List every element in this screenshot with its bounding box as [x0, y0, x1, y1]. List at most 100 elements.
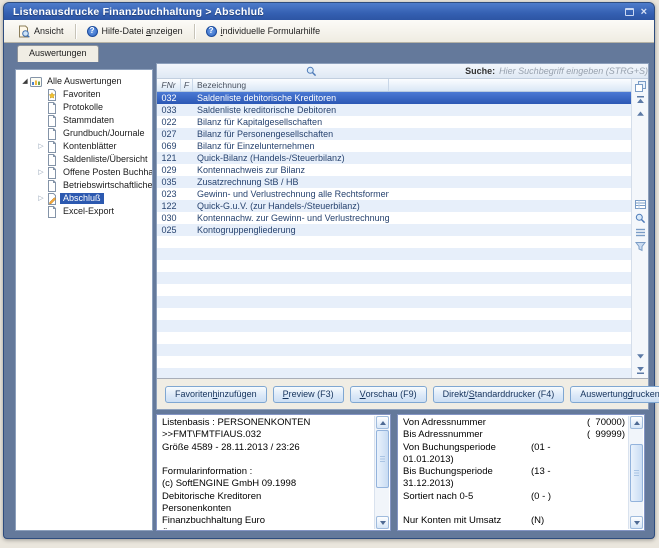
scroll-down-icon[interactable]	[634, 349, 647, 362]
toolbar-button-label: Hilfe-Datei anzeigen	[102, 26, 183, 36]
cell-bezeichnung: Gewinn- und Verlustrechnung alle Rechtsf…	[193, 189, 389, 200]
expander-icon[interactable]: ▷	[36, 194, 46, 204]
parameter-label: Von Buchungsperiode	[403, 442, 496, 453]
cell-bezeichnung: Zusatzrechnung StB / HB	[193, 177, 389, 188]
expander-icon[interactable]: ◢	[20, 77, 30, 87]
auswertung-drucken-button[interactable]: Auswertung drucken	[570, 386, 659, 403]
close-button[interactable]: ×	[641, 7, 647, 17]
parameter-value: ( 99999)	[587, 429, 625, 441]
column-header-fnr[interactable]: FNr	[157, 79, 181, 91]
form-info-scrollbar[interactable]	[374, 416, 389, 529]
scrollbar-thumb[interactable]	[630, 444, 643, 502]
toolbar-button-hilfe-datei-anzeigen[interactable]: ?Hilfe-Datei anzeigen	[80, 24, 190, 39]
titlebar[interactable]: Listenausdrucke Finanzbuchhaltung > Absc…	[4, 3, 654, 20]
tree-item-kontenblätter[interactable]: ▷Kontenblätter	[16, 140, 152, 153]
tree-item-label: Grundbuch/Journale	[60, 128, 148, 139]
scroll-to-top-icon[interactable]	[634, 94, 647, 107]
favoriten-hinzufuegen-button[interactable]: Favoriten hinzufügen	[165, 386, 267, 403]
tree-item-offene-posten-buchhaltung[interactable]: ▷Offene Posten Buchhaltung	[16, 166, 152, 179]
document-icon	[46, 115, 60, 127]
table-row[interactable]: 122Quick-G.u.V. (zur Handels-/Steuerbila…	[157, 200, 631, 212]
table-row[interactable]: 033Saldenliste kreditorische Debitoren	[157, 104, 631, 116]
column-header-f[interactable]: F	[181, 79, 193, 91]
tree-item-favoriten[interactable]: Favoriten	[16, 88, 152, 101]
search-placeholder: Hier Suchbegriff eingeben (STRG+S)	[499, 66, 648, 76]
tree-item-betriebswirtschaftliche-auswertungen[interactable]: Betriebswirtschaftliche Auswertungen	[16, 179, 152, 192]
parameter-line: Von Buchungsperiode(01 -	[398, 442, 628, 454]
cell-fnr: 035	[157, 177, 181, 188]
scroll-down-icon[interactable]	[376, 516, 389, 529]
scroll-to-bottom-icon[interactable]	[634, 363, 647, 376]
table-row[interactable]: 027Bilanz für Personengesellschaften	[157, 128, 631, 140]
table-row-empty	[157, 356, 631, 368]
toolbar-separator	[75, 24, 76, 39]
info-line: Änd. 18.12.2009 <hda>	[157, 528, 374, 529]
document-icon	[46, 180, 60, 192]
document-icon	[46, 154, 60, 166]
column-header-bezeichnung[interactable]: Bezeichnung	[193, 79, 389, 91]
parameter-line	[398, 503, 628, 515]
cell-fnr: 032	[157, 93, 181, 104]
expander-icon[interactable]: ▷	[36, 142, 46, 152]
tab-auswertungen[interactable]: Auswertungen	[17, 45, 99, 62]
table-row[interactable]: 030 Kontennachw. zur Gewinn- und Verlustr…	[157, 212, 631, 224]
cell-bezeichnung: Kontennachw. zur Gewinn- und Verlustrech…	[193, 213, 389, 224]
scroll-down-icon[interactable]	[630, 516, 643, 529]
tree-item-protokolle[interactable]: Protokolle	[16, 101, 152, 114]
tree-item-abschluß[interactable]: ▷ Abschluß	[16, 192, 152, 205]
column-chooser-icon[interactable]	[634, 80, 647, 93]
parameters-scrollbar[interactable]	[628, 416, 643, 529]
parameter-line: Bis Adressnummer( 99999)	[398, 429, 628, 441]
parameter-line: 31.12.2013)	[398, 478, 628, 490]
table-row[interactable]: 121Quick-Bilanz (Handels-/Steuerbilanz)	[157, 152, 631, 164]
table-row[interactable]: 023Gewinn- und Verlustrechnung alle Rech…	[157, 188, 631, 200]
toolbar-button-individuelle-formularhilfe[interactable]: ?individuelle Formularhilfe	[199, 24, 328, 39]
tree-item-grundbuch-journale[interactable]: Grundbuch/Journale	[16, 127, 152, 140]
cell-bezeichnung: Bilanz für Kapitalgesellschaften	[193, 117, 389, 128]
search-bar[interactable]: Suche: Hier Suchbegriff eingeben (STRG+S…	[157, 64, 648, 79]
cell-fnr: 025	[157, 225, 181, 236]
table-row[interactable]: 029Kontennachweis zur Bilanz	[157, 164, 631, 176]
cell-fnr: 029	[157, 165, 181, 176]
scroll-up-icon[interactable]	[634, 108, 647, 121]
tree-item-excel-export[interactable]: Excel-Export	[16, 205, 152, 218]
toolbar-button-ansicht[interactable]: Ansicht	[10, 23, 71, 40]
info-line: Personenkonten	[157, 503, 374, 515]
list-panel: Suche: Hier Suchbegriff eingeben (STRG+S…	[156, 63, 649, 410]
tree-item-stammdaten[interactable]: Stammdaten	[16, 114, 152, 127]
document-icon	[46, 128, 60, 140]
tree-item-label: Stammdaten	[60, 115, 117, 126]
table-row[interactable]: 022 Bilanz für Kapitalgesellschaften	[157, 116, 631, 128]
restore-button[interactable]	[625, 8, 634, 16]
cell-fnr: 033	[157, 105, 181, 116]
tree-item-alle-auswertungen[interactable]: ◢Alle Auswertungen	[16, 75, 152, 88]
tab-bar: Auswertungen	[5, 43, 653, 62]
table-row[interactable]: 035 Zusatzrechnung StB / HB	[157, 176, 631, 188]
preview-button[interactable]: Preview (F3)	[273, 386, 344, 403]
scroll-up-icon[interactable]	[376, 416, 389, 429]
direkt-standarddrucker-button[interactable]: Direkt/Standarddrucker (F4)	[433, 386, 565, 403]
scroll-up-icon[interactable]	[630, 416, 643, 429]
cell-fnr: 022	[157, 117, 181, 128]
cell-fnr: 030	[157, 213, 181, 224]
parameter-label: Von Adressnummer	[403, 417, 486, 428]
cell-fnr: 069	[157, 141, 181, 152]
tree-item-saldenliste-übersicht[interactable]: Saldenliste/Übersicht	[16, 153, 152, 166]
search-icon[interactable]	[634, 212, 647, 225]
parameter-line: Nur Konten mit Umsatz(N)	[398, 515, 628, 527]
parameter-label: 31.12.2013)	[403, 478, 454, 489]
window-controls: ×	[625, 3, 647, 20]
parameter-line: Sortiert nach 0-5(0 - )	[398, 491, 628, 503]
document-edit-icon	[46, 193, 60, 205]
window-title: Listenausdrucke Finanzbuchhaltung > Absc…	[4, 6, 264, 18]
table-row[interactable]: 069Bilanz für Einzelunternehmen	[157, 140, 631, 152]
scrollbar-thumb[interactable]	[376, 430, 389, 488]
grid-view-icon[interactable]	[634, 198, 647, 211]
table-row[interactable]: 025Kontogruppengliederung	[157, 224, 631, 236]
vorschau-button[interactable]: Vorschau (F9)	[350, 386, 427, 403]
filter-icon[interactable]	[634, 240, 647, 253]
table-row[interactable]: 032Saldenliste debitorische Kreditoren	[157, 92, 631, 104]
list-view-icon[interactable]	[634, 226, 647, 239]
tree-item-label: Abschluß	[60, 193, 104, 204]
expander-icon[interactable]: ▷	[36, 168, 46, 178]
